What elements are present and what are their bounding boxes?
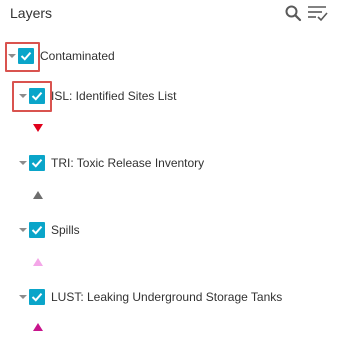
search-icon[interactable] xyxy=(284,4,302,27)
layer-row-contaminated: Contaminated xyxy=(8,46,115,66)
layer-symbol-isl xyxy=(33,124,43,132)
layer-checkbox-lust[interactable] xyxy=(29,289,45,305)
collapse-caret-icon[interactable] xyxy=(19,161,27,165)
layer-label-lust: LUST: Leaking Underground Storage Tanks xyxy=(51,290,283,304)
layer-checkbox-tri[interactable] xyxy=(29,155,45,171)
layer-label-isl: ISL: Identified Sites List xyxy=(51,89,177,103)
layer-row-tri: TRI: Toxic Release Inventory xyxy=(19,153,204,173)
layers-panel: Layers Contaminated ISL: Identified Site… xyxy=(0,0,341,343)
collapse-caret-icon[interactable] xyxy=(19,228,27,232)
layer-checkbox-isl[interactable] xyxy=(29,88,45,104)
layer-row-isl: ISL: Identified Sites List xyxy=(19,86,176,106)
layer-row-lust: LUST: Leaking Underground Storage Tanks xyxy=(19,287,282,307)
layer-symbol-spills xyxy=(33,258,43,266)
layer-label-spills: Spills xyxy=(51,223,80,237)
layer-symbol-tri xyxy=(33,191,43,199)
panel-title: Layers xyxy=(10,5,53,21)
collapse-caret-icon[interactable] xyxy=(19,94,27,98)
layer-symbol-lust xyxy=(33,323,43,331)
filter-list-icon[interactable] xyxy=(307,4,329,27)
collapse-caret-icon[interactable] xyxy=(8,54,16,58)
layer-label-contaminated: Contaminated xyxy=(40,49,115,63)
layer-row-spills: Spills xyxy=(19,220,80,240)
layer-checkbox-contaminated[interactable] xyxy=(18,48,34,64)
collapse-caret-icon[interactable] xyxy=(19,295,27,299)
layer-label-tri: TRI: Toxic Release Inventory xyxy=(51,156,205,170)
layer-checkbox-spills[interactable] xyxy=(29,222,45,238)
